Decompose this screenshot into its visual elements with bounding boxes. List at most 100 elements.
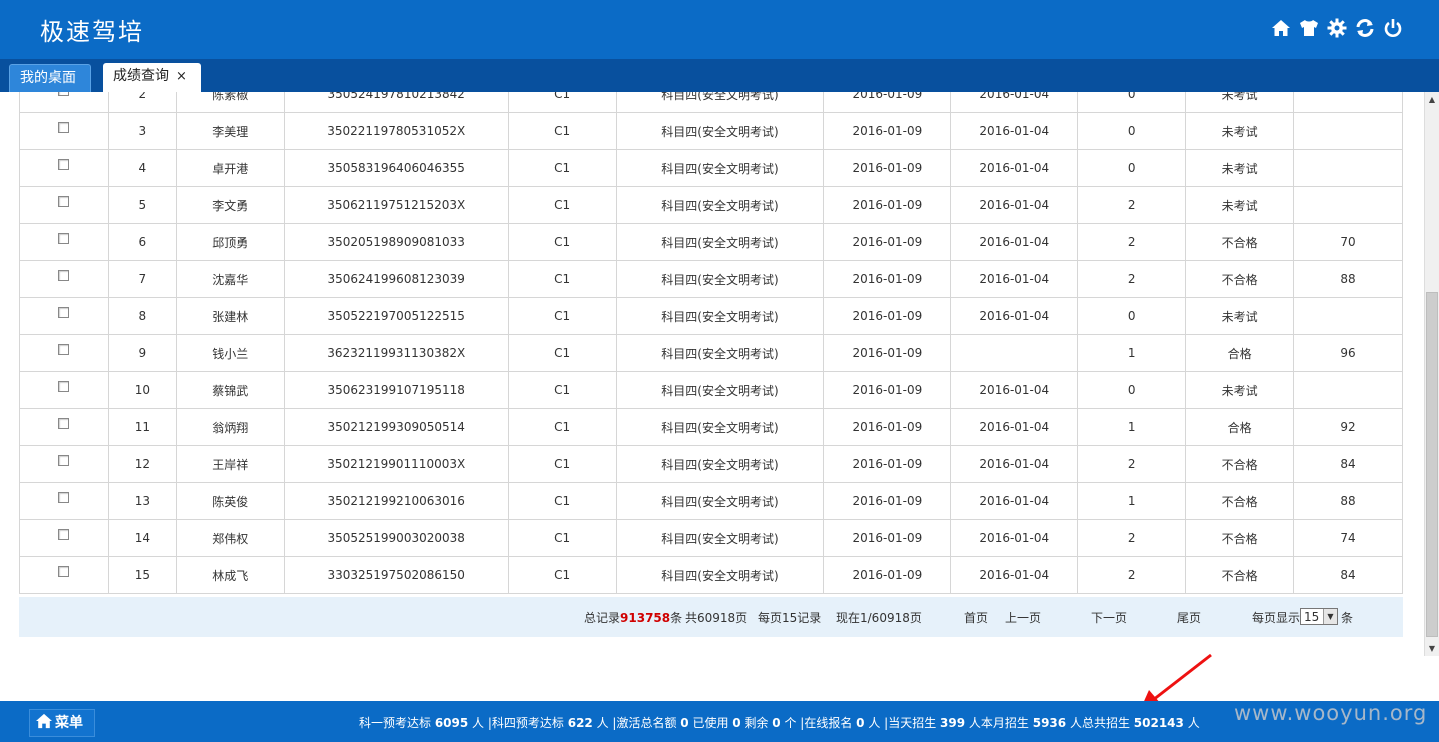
gear-icon[interactable] — [1325, 16, 1349, 40]
home-icon[interactable] — [1269, 16, 1293, 40]
row-checkbox[interactable] — [58, 270, 70, 281]
cell-id: 35062119751215203X — [283, 186, 509, 224]
cell-no: 12 — [107, 445, 177, 483]
app-header: 极速驾培 — [0, 0, 1439, 59]
cell-name[interactable]: 王岸祥 — [175, 445, 285, 483]
scroll-thumb[interactable] — [1426, 292, 1438, 637]
scroll-down-icon[interactable]: ▼ — [1425, 641, 1439, 656]
row-checkbox[interactable] — [58, 455, 70, 466]
refresh-icon[interactable] — [1353, 16, 1377, 40]
first-page-link[interactable]: 首页 — [964, 609, 988, 626]
next-page-link[interactable]: 下一页 — [1091, 609, 1127, 626]
vertical-scrollbar[interactable]: ▲ ▼ — [1424, 92, 1439, 656]
cell-name[interactable]: 沈嘉华 — [175, 260, 285, 298]
cell-name[interactable]: 李文勇 — [175, 186, 285, 224]
cell-no: 9 — [107, 334, 177, 372]
row-checkbox[interactable] — [58, 529, 70, 540]
cell-name[interactable]: 邱顶勇 — [175, 223, 285, 261]
cell-score: 84 — [1293, 445, 1403, 483]
cell-score: 88 — [1293, 482, 1403, 520]
cell-id: 350212199210063016 — [283, 482, 509, 520]
cell-name[interactable]: 陈素椒 — [175, 92, 285, 113]
cell-no: 8 — [107, 297, 177, 335]
cell-name[interactable]: 翁炳翔 — [175, 408, 285, 446]
row-select-cell — [19, 223, 109, 261]
cell-status: 不合格 — [1185, 260, 1295, 298]
app-title: 极速驾培 — [40, 18, 144, 46]
cell-id: 350624199608123039 — [283, 260, 509, 298]
prev-page-link[interactable]: 上一页 — [1005, 609, 1041, 626]
chevron-down-icon[interactable]: ▼ — [1323, 609, 1337, 624]
row-checkbox[interactable] — [58, 92, 70, 96]
row-checkbox[interactable] — [58, 307, 70, 318]
cell-name[interactable]: 李美理 — [175, 112, 285, 150]
tab-my-desktop[interactable]: 我的桌面 — [9, 64, 91, 92]
row-select-cell — [19, 445, 109, 483]
table-row: 8 张建林 350522197005122515 C1 科目四(安全文明考试) 2016-… — [19, 297, 1403, 335]
row-checkbox[interactable] — [58, 492, 70, 503]
cell-date2: 2016-01-04 — [950, 445, 1079, 483]
row-checkbox[interactable] — [58, 381, 70, 392]
cell-id: 35021219901110003X — [283, 445, 509, 483]
cell-subject: 科目四(安全文明考试) — [615, 519, 825, 557]
stat-label: 人 |科四预考达标 — [468, 716, 568, 730]
row-checkbox[interactable] — [58, 122, 70, 133]
row-checkbox[interactable] — [58, 418, 70, 429]
cell-license: C1 — [507, 112, 617, 150]
cell-name[interactable]: 钱小兰 — [175, 334, 285, 372]
cell-license: C1 — [507, 482, 617, 520]
cell-date1: 2016-01-09 — [823, 371, 952, 409]
cell-license: C1 — [507, 149, 617, 187]
table-row: 13 陈英俊 350212199210063016 C1 科目四(安全文明考试) 2016… — [19, 482, 1403, 520]
row-checkbox[interactable] — [58, 344, 70, 355]
row-select-cell — [19, 371, 109, 409]
last-page-link[interactable]: 尾页 — [1177, 609, 1201, 626]
cell-id: 35022119780531052X — [283, 112, 509, 150]
cell-date2: 2016-01-04 — [950, 112, 1079, 150]
row-checkbox[interactable] — [58, 159, 70, 170]
row-checkbox[interactable] — [58, 566, 70, 577]
stat-label: 剩余 — [740, 716, 773, 730]
tab-score-query[interactable]: 成绩查询 × — [103, 63, 201, 92]
stat-label: 已使用 — [688, 716, 733, 730]
stat-value: 502143 — [1133, 716, 1184, 730]
cell-status: 合格 — [1185, 408, 1295, 446]
shirt-icon[interactable] — [1297, 16, 1321, 40]
cell-name[interactable]: 郑伟权 — [175, 519, 285, 557]
menu-button[interactable]: 菜单 — [29, 709, 95, 737]
page-size-select[interactable]: 15 ▼ — [1300, 608, 1338, 625]
scroll-up-icon[interactable]: ▲ — [1425, 92, 1439, 107]
cell-name[interactable]: 林成飞 — [175, 556, 285, 594]
cell-name[interactable]: 卓开港 — [175, 149, 285, 187]
cell-date1: 2016-01-09 — [823, 223, 952, 261]
cell-status: 未考试 — [1185, 112, 1295, 150]
cell-date2: 2016-01-04 — [950, 149, 1079, 187]
cell-date2: 2016-01-04 — [950, 297, 1079, 335]
main-content: 2 陈素椒 350524197810213842 C1 科目四(安全文明考试) 2016-… — [0, 92, 1424, 656]
cell-license: C1 — [507, 297, 617, 335]
cell-count: 1 — [1077, 408, 1187, 446]
cell-name[interactable]: 张建林 — [175, 297, 285, 335]
cell-status: 未考试 — [1185, 371, 1295, 409]
cell-name[interactable]: 蔡锦武 — [175, 371, 285, 409]
cell-date1: 2016-01-09 — [823, 149, 952, 187]
cell-date2 — [950, 334, 1079, 372]
cell-status: 未考试 — [1185, 149, 1295, 187]
stat-value: 399 — [940, 716, 966, 730]
row-checkbox[interactable] — [58, 233, 70, 244]
cell-subject: 科目四(安全文明考试) — [615, 482, 825, 520]
close-icon[interactable]: × — [176, 69, 187, 84]
cell-status: 未考试 — [1185, 92, 1295, 113]
cell-count: 2 — [1077, 519, 1187, 557]
table-row: 9 钱小兰 36232119931130382X C1 科目四(安全文明考试) 2016-… — [19, 334, 1403, 372]
score-table: 2 陈素椒 350524197810213842 C1 科目四(安全文明考试) 2016-… — [19, 92, 1403, 594]
cell-date2: 2016-01-04 — [950, 186, 1079, 224]
row-checkbox[interactable] — [58, 196, 70, 207]
power-icon[interactable] — [1381, 16, 1405, 40]
cell-name[interactable]: 陈英俊 — [175, 482, 285, 520]
table-row: 12 王岸祥 35021219901110003X C1 科目四(安全文明考试) 2016… — [19, 445, 1403, 483]
cell-subject: 科目四(安全文明考试) — [615, 260, 825, 298]
stat-label: 人本月招生 — [965, 716, 1033, 730]
cell-count: 2 — [1077, 223, 1187, 261]
cell-date1: 2016-01-09 — [823, 482, 952, 520]
